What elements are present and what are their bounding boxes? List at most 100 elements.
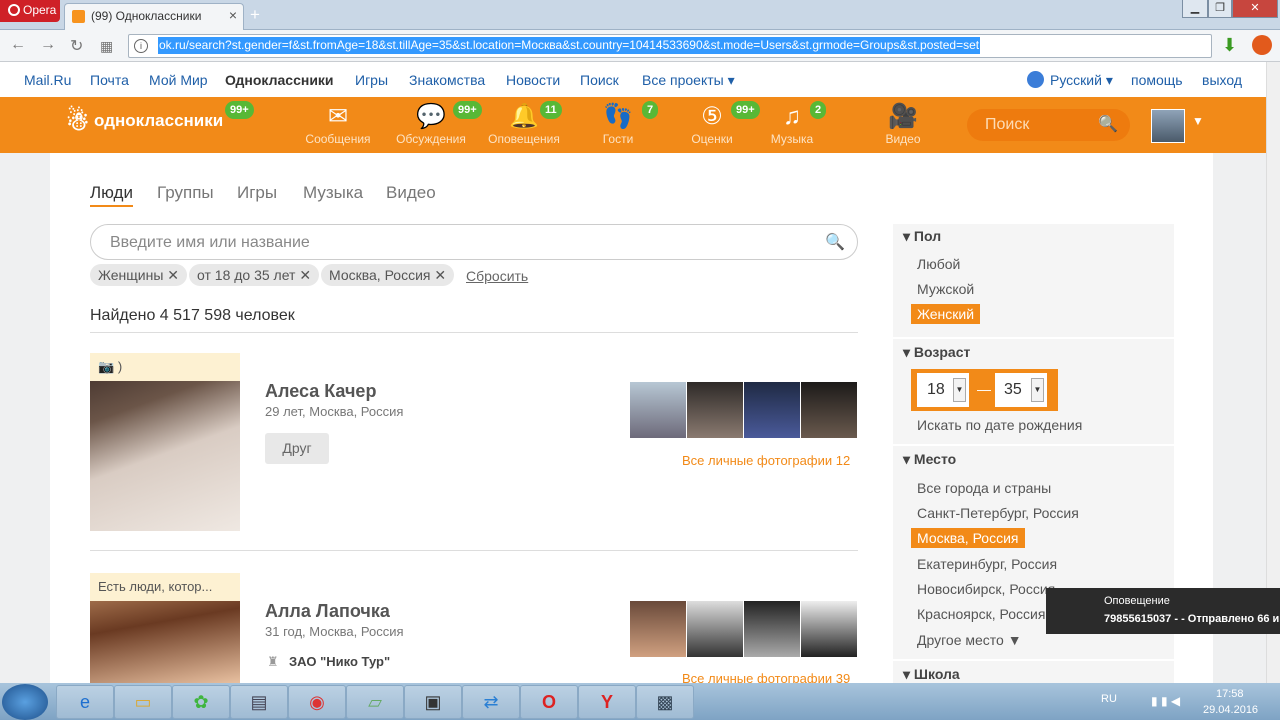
user-avatar[interactable] bbox=[1151, 109, 1185, 143]
age-to-select[interactable]: 35 ▼ bbox=[995, 373, 1047, 407]
download-icon[interactable]: ⬇ bbox=[1222, 35, 1237, 56]
network-taskbar-icon[interactable]: ▤ bbox=[230, 685, 288, 719]
maximize-button[interactable]: ❐ bbox=[1208, 0, 1232, 18]
dropdown-arrow-icon[interactable]: ▼ bbox=[1031, 378, 1044, 402]
tab-music[interactable]: Музыка bbox=[303, 183, 363, 203]
back-icon[interactable]: ← bbox=[10, 36, 26, 54]
help-link[interactable]: помощь bbox=[1131, 72, 1183, 88]
place-option[interactable]: Екатеринбург, Россия bbox=[917, 556, 1057, 572]
gender-section-title[interactable]: ▾ Пол bbox=[903, 228, 941, 245]
dropdown-arrow-icon[interactable]: ▼ bbox=[953, 378, 966, 402]
toolbar-search-input[interactable]: Поиск 🔍 bbox=[967, 109, 1130, 141]
gender-option-any[interactable]: Любой bbox=[917, 256, 960, 272]
discussions-badge: 99+ bbox=[453, 101, 482, 119]
app-taskbar-icon[interactable]: ▣ bbox=[404, 685, 462, 719]
url-text[interactable]: ok.ru/search?st.gender=f&st.fromAge=18&s… bbox=[158, 37, 981, 54]
place-option[interactable]: Красноярск, Россия bbox=[917, 606, 1045, 622]
person-photo[interactable]: Есть люди, котор... bbox=[90, 573, 240, 683]
filter-chip-location[interactable]: Москва, Россия ✕ bbox=[321, 264, 455, 286]
place-section-title[interactable]: ▾ Место bbox=[903, 451, 956, 468]
person-name[interactable]: Алла Лапочка bbox=[265, 601, 390, 622]
speed-dial-icon[interactable]: ▦ bbox=[100, 38, 113, 55]
place-option[interactable]: Все города и страны bbox=[917, 480, 1051, 496]
page-info-icon[interactable]: i bbox=[134, 39, 148, 53]
tab-people[interactable]: Люди bbox=[90, 183, 133, 207]
gender-option-male[interactable]: Мужской bbox=[917, 281, 974, 297]
notification-popup[interactable]: Оповещение 79855615037 - - Отправлено 66… bbox=[1046, 588, 1280, 634]
forward-icon[interactable]: → bbox=[40, 36, 56, 54]
gender-option-female[interactable]: Женский bbox=[911, 304, 981, 324]
new-tab-button[interactable]: + bbox=[250, 5, 260, 25]
photo-thumbnail[interactable] bbox=[744, 601, 800, 657]
photo-thumbnail[interactable] bbox=[687, 601, 743, 657]
photo-thumbnail[interactable] bbox=[801, 601, 857, 657]
remove-chip-icon[interactable]: ✕ bbox=[299, 267, 311, 283]
media-taskbar-icon[interactable]: ▩ bbox=[636, 685, 694, 719]
tab-groups[interactable]: Группы bbox=[157, 183, 214, 203]
language-select[interactable]: Русский ▾ bbox=[1050, 72, 1113, 89]
chevron-down-icon[interactable]: ▼ bbox=[1192, 114, 1204, 128]
photo-thumbnail[interactable] bbox=[744, 382, 800, 438]
filter-chip-gender[interactable]: Женщины ✕ bbox=[90, 264, 188, 286]
explorer-taskbar-icon[interactable]: ▭ bbox=[114, 685, 172, 719]
portal-link-dating[interactable]: Знакомства bbox=[409, 72, 485, 88]
close-window-button[interactable]: ✕ bbox=[1232, 0, 1278, 18]
toolbar-video[interactable]: 🎥 Видео bbox=[863, 102, 943, 146]
photo-thumbnail[interactable] bbox=[630, 601, 686, 657]
age-from-select[interactable]: 18 ▼ bbox=[917, 373, 969, 407]
photo-thumbnail[interactable] bbox=[801, 382, 857, 438]
icq-taskbar-icon[interactable]: ✿ bbox=[172, 685, 230, 719]
all-photos-link[interactable]: Все личные фотографии 12 bbox=[682, 453, 850, 468]
ok-logo[interactable]: ☃ одноклассники bbox=[66, 106, 223, 137]
tray-icons[interactable]: ▮ ▮ ◀ bbox=[1151, 694, 1180, 708]
age-section-title[interactable]: ▾ Возраст bbox=[903, 344, 970, 361]
clock-date[interactable]: 29.04.2016 bbox=[1203, 704, 1258, 716]
language-indicator[interactable]: RU bbox=[1101, 693, 1117, 705]
tab-video[interactable]: Видео bbox=[386, 183, 436, 203]
toolbar-messages[interactable]: ✉ Сообщения bbox=[298, 102, 378, 146]
remove-chip-icon[interactable]: ✕ bbox=[434, 267, 446, 283]
friend-button[interactable]: Друг bbox=[265, 433, 329, 464]
school-section-title[interactable]: ▾ Школа bbox=[903, 666, 960, 683]
people-search-input[interactable]: Введите имя или название 🔍 bbox=[90, 224, 858, 260]
portal-link-myworld[interactable]: Мой Мир bbox=[149, 72, 208, 88]
portal-link-mailru[interactable]: Mail.Ru bbox=[24, 72, 71, 88]
opera-taskbar-icon[interactable]: O bbox=[520, 685, 578, 719]
start-button[interactable] bbox=[2, 684, 48, 720]
extension-icon[interactable] bbox=[1252, 35, 1272, 55]
notepad-taskbar-icon[interactable]: ▱ bbox=[346, 685, 404, 719]
person-name[interactable]: Алеса Качер bbox=[265, 381, 376, 402]
reset-filters-link[interactable]: Сбросить bbox=[466, 268, 528, 284]
search-icon[interactable]: 🔍 bbox=[1098, 114, 1118, 134]
photo-thumbnail[interactable] bbox=[687, 382, 743, 438]
yandex-taskbar-icon[interactable]: Y bbox=[578, 685, 636, 719]
person-photo[interactable]: 📷 ) bbox=[90, 353, 240, 531]
portal-link-news[interactable]: Новости bbox=[506, 72, 560, 88]
place-option[interactable]: Санкт-Петербург, Россия bbox=[917, 505, 1079, 521]
close-tab-icon[interactable]: × bbox=[229, 7, 237, 23]
place-option-selected[interactable]: Москва, Россия bbox=[911, 528, 1025, 548]
place-option-other[interactable]: Другое место ▼ bbox=[917, 632, 1022, 648]
photo-thumbnail[interactable] bbox=[630, 382, 686, 438]
remove-chip-icon[interactable]: ✕ bbox=[167, 267, 179, 283]
minimize-button[interactable]: ▁ bbox=[1182, 0, 1208, 18]
ie-taskbar-icon[interactable]: e bbox=[56, 685, 114, 719]
teamviewer-taskbar-icon[interactable]: ⇄ bbox=[462, 685, 520, 719]
opera-menu-button[interactable]: Opera bbox=[0, 0, 60, 22]
place-option[interactable]: Новосибирск, Россия bbox=[917, 581, 1055, 597]
portal-link-games[interactable]: Игры bbox=[355, 72, 388, 88]
clock-time[interactable]: 17:58 bbox=[1216, 688, 1244, 700]
tab-games[interactable]: Игры bbox=[237, 183, 277, 203]
filter-chip-age[interactable]: от 18 до 35 лет ✕ bbox=[189, 264, 320, 286]
portal-link-ok[interactable]: Одноклассники bbox=[225, 72, 334, 88]
person-work[interactable]: ЗАО "Нико Тур" bbox=[289, 654, 390, 669]
search-icon[interactable]: 🔍 bbox=[825, 232, 845, 252]
portal-link-search[interactable]: Поиск bbox=[580, 72, 619, 88]
chrome-taskbar-icon[interactable]: ◉ bbox=[288, 685, 346, 719]
portal-link-all-projects[interactable]: Все проекты ▾ bbox=[642, 72, 735, 89]
reload-icon[interactable]: ↻ bbox=[70, 36, 83, 56]
browser-tab[interactable]: (99) Одноклассники × bbox=[64, 3, 244, 30]
logout-link[interactable]: выход bbox=[1202, 72, 1242, 88]
portal-link-mail[interactable]: Почта bbox=[90, 72, 129, 88]
search-by-birthdate-link[interactable]: Искать по дате рождения bbox=[917, 417, 1082, 433]
